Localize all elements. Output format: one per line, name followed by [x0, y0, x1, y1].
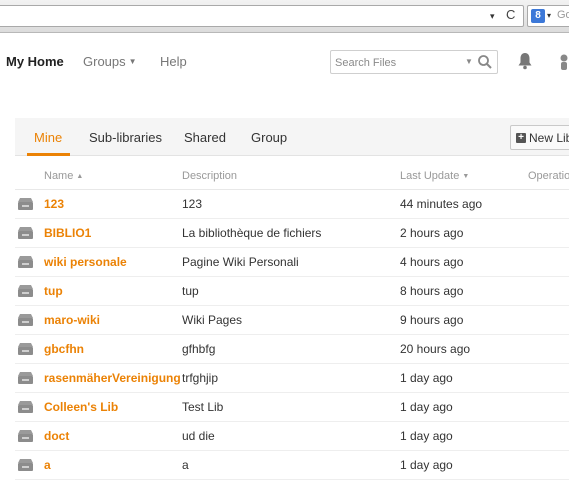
table-row[interactable]: rasenmäherVereinigung trfghjip 1 day ago	[15, 364, 569, 393]
library-last-update: 1 day ago	[400, 458, 453, 472]
library-name-link[interactable]: tup	[44, 284, 63, 298]
library-last-update: 1 day ago	[400, 371, 453, 385]
tab-shared[interactable]: Shared	[184, 130, 226, 145]
nav-groups-label: Groups	[83, 54, 126, 69]
active-tab-indicator	[27, 153, 70, 156]
library-description: 123	[182, 197, 203, 211]
library-description: Pagine Wiki Personali	[182, 255, 299, 269]
table-row[interactable]: 123 123 44 minutes ago	[15, 190, 569, 219]
library-name-link[interactable]: doct	[44, 429, 69, 443]
library-table: Name ▲ Description Last Update ▼ Operatio …	[15, 160, 569, 480]
tab-mine[interactable]: Mine	[34, 130, 62, 145]
library-name-link[interactable]: maro-wiki	[44, 313, 100, 327]
library-description: gfhbfg	[182, 342, 216, 356]
nav-groups[interactable]: Groups ▼	[83, 54, 137, 69]
library-description: Test Lib	[182, 400, 224, 414]
library-tabs: Mine Sub-libraries Shared Group + New Li…	[15, 118, 569, 156]
library-last-update: 20 hours ago	[400, 342, 471, 356]
library-icon	[18, 285, 33, 297]
browser-search-text: Go	[557, 9, 569, 21]
search-input[interactable]	[335, 54, 460, 71]
table-header: Name ▲ Description Last Update ▼ Operatio	[15, 160, 569, 190]
library-description: trfghjip	[182, 371, 219, 385]
search-engine-dropdown-icon[interactable]: ▾	[547, 11, 551, 20]
column-name-label: Name	[44, 170, 74, 182]
library-icon	[18, 227, 33, 239]
column-header-description: Description	[182, 170, 238, 182]
reload-icon[interactable]: C	[506, 7, 515, 22]
library-description: La bibliothèque de fichiers	[182, 226, 322, 240]
table-row[interactable]: wiki personale Pagine Wiki Personali 4 hou…	[15, 248, 569, 277]
google-search-engine-icon[interactable]: 8	[531, 9, 545, 23]
table-row[interactable]: Colleen's Lib Test Lib 1 day ago	[15, 393, 569, 422]
library-last-update: 1 day ago	[400, 429, 453, 443]
table-row[interactable]: BIBLIO1 La bibliothèque de fichiers 2 hour…	[15, 219, 569, 248]
library-name-link[interactable]: BIBLIO1	[44, 226, 91, 240]
url-field[interactable]	[0, 5, 524, 27]
search-options-dropdown-icon[interactable]: ▼	[465, 57, 473, 66]
notifications-bell-icon[interactable]	[517, 52, 533, 70]
nav-help[interactable]: Help	[160, 54, 187, 69]
library-last-update: 8 hours ago	[400, 284, 464, 298]
column-header-name[interactable]: Name ▲	[44, 170, 83, 182]
library-name-link[interactable]: wiki personale	[44, 255, 127, 269]
library-name-link[interactable]: rasenmäherVereinigung	[44, 371, 181, 385]
library-icon	[18, 430, 33, 442]
library-last-update: 1 day ago	[400, 400, 453, 414]
library-icon	[18, 314, 33, 326]
tab-sub-libraries[interactable]: Sub-libraries	[89, 130, 162, 145]
sort-ascending-icon: ▲	[76, 173, 84, 180]
plus-icon: +	[516, 133, 526, 143]
column-last-update-label: Last Update	[400, 170, 460, 182]
search-icon[interactable]	[477, 54, 493, 70]
nav-my-home[interactable]: My Home	[6, 54, 64, 69]
sort-descending-icon: ▼	[462, 173, 470, 180]
library-last-update: 44 minutes ago	[400, 197, 483, 211]
table-row[interactable]: maro-wiki Wiki Pages 9 hours ago	[15, 306, 569, 335]
chevron-down-icon: ▼	[128, 57, 137, 66]
library-name-link[interactable]: 123	[44, 197, 64, 211]
library-icon	[18, 459, 33, 471]
url-history-dropdown-icon[interactable]: ▾	[490, 11, 495, 22]
library-icon	[18, 372, 33, 384]
table-row[interactable]: doct ud die 1 day ago	[15, 422, 569, 451]
library-icon	[18, 198, 33, 210]
library-icon	[18, 401, 33, 413]
new-library-label: New Libr	[529, 131, 569, 145]
library-description: tup	[182, 284, 199, 298]
library-description: Wiki Pages	[182, 313, 243, 327]
new-library-button[interactable]: + New Libr	[510, 125, 569, 150]
column-header-last-update[interactable]: Last Update ▼	[400, 170, 469, 182]
library-description: a	[182, 458, 189, 472]
library-last-update: 9 hours ago	[400, 313, 464, 327]
user-menu-icon[interactable]	[558, 52, 569, 72]
table-row[interactable]: tup tup 8 hours ago	[15, 277, 569, 306]
library-last-update: 2 hours ago	[400, 226, 464, 240]
library-name-link[interactable]: Colleen's Lib	[44, 400, 118, 414]
table-body: 123 123 44 minutes ago BIBLIO1 La bibliothèq…	[15, 190, 569, 480]
app-header: My Home Groups▼ Help ▼	[0, 34, 569, 90]
column-header-operations: Operatio	[528, 170, 569, 182]
library-description: ud die	[182, 429, 215, 443]
browser-toolbar: ▾ C 8 ▾ Go	[0, 0, 569, 33]
browser-search-box[interactable]: 8 ▾ Go	[527, 5, 569, 27]
tab-group[interactable]: Group	[251, 130, 287, 145]
library-icon	[18, 256, 33, 268]
library-icon	[18, 343, 33, 355]
table-row[interactable]: gbcfhn gfhbfg 20 hours ago	[15, 335, 569, 364]
library-name-link[interactable]: a	[44, 458, 51, 472]
library-last-update: 4 hours ago	[400, 255, 464, 269]
table-row[interactable]: a a 1 day ago	[15, 451, 569, 480]
library-name-link[interactable]: gbcfhn	[44, 342, 84, 356]
search-files-box: ▼	[330, 50, 498, 74]
